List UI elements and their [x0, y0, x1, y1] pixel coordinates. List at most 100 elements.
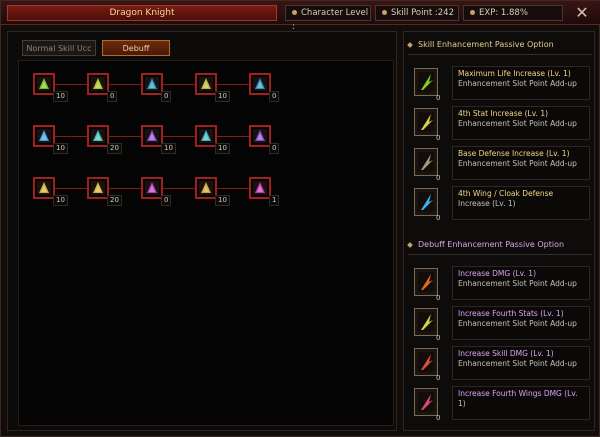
skill-node[interactable] [141, 177, 163, 199]
title-bar: Dragon Knight Character Level : Skill Po… [1, 1, 600, 32]
option-count: 0 [436, 134, 441, 142]
skill-icon [37, 129, 51, 143]
option-title: Increase Fourth Wings DMG (Lv. [458, 389, 578, 398]
skill-icon [253, 181, 267, 195]
star-icon[interactable] [414, 108, 438, 136]
option-count: 0 [436, 294, 441, 302]
debuff-enhancement-title: Debuff Enhancement Passive Option [408, 238, 592, 252]
skill-icon [253, 129, 267, 143]
skill-point-label: Skill Point :242 [391, 8, 454, 18]
option-description: Base Defense Increase (Lv. 1) Enhancement… [452, 146, 590, 180]
passive-option-panel: Skill Enhancement Passive Option 0 Maximu… [403, 31, 595, 431]
skill-icon [145, 77, 159, 91]
skill-node[interactable] [33, 73, 55, 95]
skill-count: 10 [53, 91, 68, 102]
skill-icon [253, 77, 267, 91]
skill-icon [91, 181, 105, 195]
skill-node[interactable] [249, 73, 271, 95]
tab-normal-skill[interactable]: Normal Skill Ucc [22, 40, 96, 56]
passive-option-item[interactable]: 0 Increase DMG (Lv. 1) Enhancement Slot Po… [412, 266, 590, 302]
skill-count: 0 [107, 91, 118, 102]
option-subtitle: 1) [458, 399, 466, 408]
leaf-icon[interactable] [414, 68, 438, 96]
passive-option-item[interactable]: 0 Increase Skill DMG (Lv. 1) Enhancement S… [412, 346, 590, 382]
skill-node[interactable] [87, 125, 109, 147]
skill-node[interactable] [141, 73, 163, 95]
passive-option-item[interactable]: 0 4th Wing / Cloak Defense Increase (Lv. 1… [412, 186, 590, 222]
star-icon[interactable] [414, 308, 438, 336]
option-subtitle: Increase (Lv. 1) [458, 199, 516, 208]
character-level-label: Character Level : [292, 8, 369, 32]
slash-icon[interactable] [414, 348, 438, 376]
option-count: 0 [436, 414, 441, 422]
divider [408, 54, 592, 55]
skill-icon [199, 77, 213, 91]
option-description: Maximum Life Increase (Lv. 1) Enhancement… [452, 66, 590, 100]
skill-count: 1 [269, 195, 280, 206]
option-description: Increase Skill DMG (Lv. 1) Enhancement Sl… [452, 346, 590, 380]
skill-node[interactable] [195, 177, 217, 199]
skill-count: 0 [161, 91, 172, 102]
skill-point: Skill Point :242 [375, 5, 459, 21]
skill-enhancement-window: Dragon Knight Character Level : Skill Po… [0, 0, 600, 437]
skill-node[interactable] [33, 125, 55, 147]
skill-node[interactable] [249, 177, 271, 199]
skill-link [163, 84, 195, 85]
option-title: Increase Fourth Stats (Lv. 1) [458, 309, 564, 318]
skill-icon [145, 129, 159, 143]
skill-count: 10 [215, 91, 230, 102]
skill-icon [37, 77, 51, 91]
tab-debuff-explosion[interactable]: Debuff Explosion [102, 40, 170, 68]
skill-link [55, 84, 87, 85]
skill-enhancement-title: Skill Enhancement Passive Option [408, 38, 592, 52]
skill-count: 10 [161, 143, 176, 154]
option-title: Increase DMG (Lv. 1) [458, 269, 536, 278]
passive-option-item[interactable]: 0 Increase Fourth Wings DMG (Lv. 1) [412, 386, 590, 422]
option-title: Base Defense Increase (Lv. 1) [458, 149, 570, 158]
skill-count: 10 [215, 195, 230, 206]
option-count: 0 [436, 94, 441, 102]
class-name: Dragon Knight [7, 5, 277, 21]
skill-link [109, 136, 141, 137]
option-description: 4th Wing / Cloak Defense Increase (Lv. 1) [452, 186, 590, 220]
shield-icon[interactable] [414, 148, 438, 176]
skill-count: 0 [269, 91, 280, 102]
skill-link [163, 136, 195, 137]
skill-count: 0 [269, 143, 280, 154]
skill-link [55, 136, 87, 137]
skill-node[interactable] [195, 73, 217, 95]
option-description: 4th Stat Increase (Lv. 1) Enhancement Slo… [452, 106, 590, 140]
option-count: 0 [436, 334, 441, 342]
skill-count: 10 [53, 195, 68, 206]
sword-icon[interactable] [414, 268, 438, 296]
skill-link [217, 136, 249, 137]
skill-node[interactable] [87, 177, 109, 199]
option-description: Increase Fourth Stats (Lv. 1) Enhancement… [452, 306, 590, 340]
passive-option-item[interactable]: 0 Increase Fourth Stats (Lv. 1) Enhancemen… [412, 306, 590, 342]
option-title: Maximum Life Increase (Lv. 1) [458, 69, 571, 78]
wing-icon[interactable] [414, 388, 438, 416]
option-subtitle: Enhancement Slot Point Add-up [458, 159, 577, 168]
close-icon[interactable]: ✕ [571, 3, 593, 23]
skill-node[interactable] [87, 73, 109, 95]
wing-icon[interactable] [414, 188, 438, 216]
skill-node[interactable] [33, 177, 55, 199]
skill-icon [199, 129, 213, 143]
skill-link [109, 84, 141, 85]
skill-grid: 10 0 0 10 0 10 20 10 10 0 10 20 0 10 1 [18, 60, 394, 426]
skill-node[interactable] [141, 125, 163, 147]
option-subtitle: Enhancement Slot Point Add-up [458, 279, 577, 288]
skill-tree-panel: Normal Skill Ucc Debuff Explosion 100010… [7, 31, 397, 431]
skill-icon [145, 181, 159, 195]
skill-count: 20 [107, 143, 122, 154]
passive-option-item[interactable]: 0 4th Stat Increase (Lv. 1) Enhancement Sl… [412, 106, 590, 142]
option-count: 0 [436, 214, 441, 222]
option-subtitle: Enhancement Slot Point Add-up [458, 319, 577, 328]
passive-option-item[interactable]: 0 Base Defense Increase (Lv. 1) Enhancemen… [412, 146, 590, 182]
skill-node[interactable] [195, 125, 217, 147]
option-subtitle: Enhancement Slot Point Add-up [458, 79, 577, 88]
skill-node[interactable] [249, 125, 271, 147]
passive-option-item[interactable]: 0 Maximum Life Increase (Lv. 1) Enhancemen… [412, 66, 590, 102]
exp-value: 1.88% [500, 8, 528, 18]
exp-display: EXP: 1.88% [463, 5, 563, 21]
